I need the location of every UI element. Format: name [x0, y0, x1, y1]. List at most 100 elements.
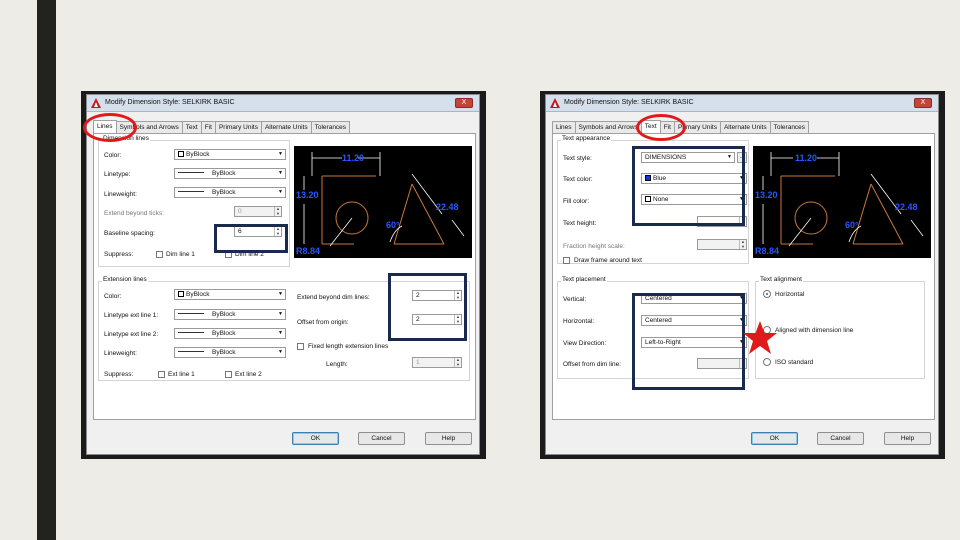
text-color-label: Text color: [563, 176, 593, 183]
ext-line-1-checkbox[interactable] [158, 371, 165, 378]
star-icon [743, 321, 777, 354]
ext-linetype-1-select[interactable]: ByBlock ▼ [174, 309, 286, 320]
extend-beyond-dim-lines-label: Extend beyond dim lines: [297, 294, 370, 301]
dim-suppress-label: Suppress: [104, 251, 134, 258]
preview-radius-dim: R8.84 [296, 246, 320, 256]
dim-lineweight-select[interactable]: ByBlock ▼ [174, 187, 286, 198]
ext-linetype-2-select[interactable]: ByBlock ▼ [174, 328, 286, 339]
dim-color-select[interactable]: ByBlock ▼ [174, 149, 286, 160]
tab-fit[interactable]: Fit [200, 121, 216, 133]
chevron-down-icon: ▼ [278, 330, 283, 336]
preview-left-dim: 13.20 [755, 190, 778, 200]
ok-button[interactable]: OK [751, 432, 798, 445]
dim-lineweight-label: Lineweight: [104, 191, 137, 198]
text-appearance-group-label: Text appearance [561, 135, 612, 142]
extend-beyond-ticks-stepper[interactable]: 0 ▲ ▼ [234, 206, 282, 217]
alignment-horizontal-label: Horizontal [775, 291, 805, 298]
preview-angle-dim: 60° [386, 220, 400, 230]
ok-button[interactable]: OK [292, 432, 339, 445]
line-sample-icon [178, 172, 204, 173]
ext-color-select[interactable]: ByBlock ▼ [174, 289, 286, 300]
baseline-spacing-highlight [214, 224, 288, 253]
fraction-height-stepper[interactable]: ▲ ▼ [697, 239, 747, 250]
extension-offsets-highlight [388, 273, 467, 341]
vertical-label: Vertical: [563, 296, 587, 303]
tab-alternate-units[interactable]: Alternate Units [260, 121, 312, 133]
dialog-title: Modify Dimension Style: SELKIRK BASIC [564, 99, 694, 106]
horizontal-label: Horizontal: [563, 318, 595, 325]
length-stepper[interactable]: 1 ▲ ▼ [412, 357, 462, 368]
spin-arrows-icon: ▲ ▼ [274, 206, 281, 216]
draw-frame-checkbox[interactable] [563, 257, 570, 264]
preview-drawing: 11.20 13.20 22.48 60° R8.84 [296, 152, 465, 256]
baseline-spacing-label: Baseline spacing: [104, 230, 155, 237]
ext-line-2-checkbox[interactable] [225, 371, 232, 378]
fixed-length-label: Fixed length extension lines [308, 343, 389, 350]
line-sample-icon [178, 191, 204, 192]
preview-radius-dim: R8.84 [755, 246, 779, 256]
preview-left-dim: 13.20 [296, 190, 319, 200]
autocad-logo-icon [91, 98, 101, 108]
chevron-down-icon: ▼ [278, 349, 283, 355]
fraction-height-label: Fraction height scale: [563, 243, 625, 250]
alignment-iso-label: ISO standard [775, 359, 814, 366]
text-style-label: Text style: [563, 155, 592, 162]
dimension-preview: 11.20 13.20 22.48 60° R8.84 [294, 146, 472, 258]
dimension-preview: 11.20 13.20 22.48 60° R8.84 [753, 146, 931, 258]
alignment-horizontal-radio[interactable] [763, 290, 771, 298]
ext-line-1-label: Ext line 1 [168, 371, 195, 378]
tab-tolerances[interactable]: Tolerances [769, 121, 810, 133]
text-appearance-highlight [632, 146, 745, 226]
tab-alternate-units[interactable]: Alternate Units [719, 121, 771, 133]
lines-tab-highlight-oval [83, 113, 137, 142]
text-tab-highlight-oval [636, 114, 686, 141]
extension-lines-group-label: Extension lines [102, 276, 148, 283]
dim-line-1-checkbox[interactable] [156, 251, 163, 258]
ext-lineweight-select[interactable]: ByBlock ▼ [174, 347, 286, 358]
text-placement-highlight [632, 293, 745, 390]
alignment-iso-radio[interactable] [763, 358, 771, 366]
chevron-down-icon: ▼ [278, 189, 283, 195]
text-height-label: Text height: [563, 220, 597, 227]
tab-text[interactable]: Text [181, 121, 202, 133]
help-button[interactable]: Help [884, 432, 931, 445]
preview-angle-dim: 60° [845, 220, 859, 230]
draw-frame-label: Draw frame around text [574, 257, 642, 264]
dim-linetype-label: Linetype: [104, 171, 131, 178]
help-button[interactable]: Help [425, 432, 472, 445]
ext-lineweight-label: Lineweight: [104, 350, 137, 357]
cancel-button[interactable]: Cancel [358, 432, 405, 445]
fill-color-label: Fill color: [563, 198, 590, 205]
preview-drawing: 11.20 13.20 22.48 60° R8.84 [755, 152, 924, 256]
ext-linetype-2-label: Linetype ext line 2: [104, 331, 159, 338]
alignment-aligned-label: Aligned with dimension line [775, 327, 854, 334]
cancel-button[interactable]: Cancel [817, 432, 864, 445]
text-alignment-group-label: Text alignment [759, 276, 803, 283]
dim-color-label: Color: [104, 152, 122, 159]
line-sample-icon [178, 332, 204, 333]
fixed-length-checkbox[interactable] [297, 343, 304, 350]
extend-beyond-ticks-label: Extend beyond ticks: [104, 210, 164, 217]
tab-tolerances[interactable]: Tolerances [310, 121, 351, 133]
slide-left-bar [37, 0, 56, 540]
ext-linetype-1-label: Linetype ext line 1: [104, 312, 159, 319]
close-button[interactable]: X [914, 98, 932, 108]
dim-line-1-label: Dim line 1 [166, 251, 195, 258]
line-sample-icon [178, 351, 204, 352]
tab-lines[interactable]: Lines [552, 121, 576, 133]
offset-from-origin-label: Offset from origin: [297, 319, 349, 326]
preview-right-dim: 22.48 [895, 202, 918, 212]
view-direction-label: View Direction: [563, 340, 607, 347]
tab-symbols-and-arrows[interactable]: Symbols and Arrows [574, 121, 642, 133]
close-button[interactable]: X [455, 98, 473, 108]
ext-suppress-label: Suppress: [104, 371, 134, 378]
dim-linetype-select[interactable]: ByBlock ▼ [174, 168, 286, 179]
chevron-down-icon: ▼ [278, 311, 283, 317]
color-swatch-icon [178, 291, 184, 297]
spin-arrows-icon: ▲ ▼ [454, 357, 461, 367]
tab-primary-units[interactable]: Primary Units [214, 121, 262, 133]
preview-top-dim: 11.20 [342, 153, 364, 163]
chevron-down-icon: ▼ [278, 291, 283, 297]
chevron-down-icon: ▼ [278, 170, 283, 176]
length-label: Length: [326, 361, 348, 368]
